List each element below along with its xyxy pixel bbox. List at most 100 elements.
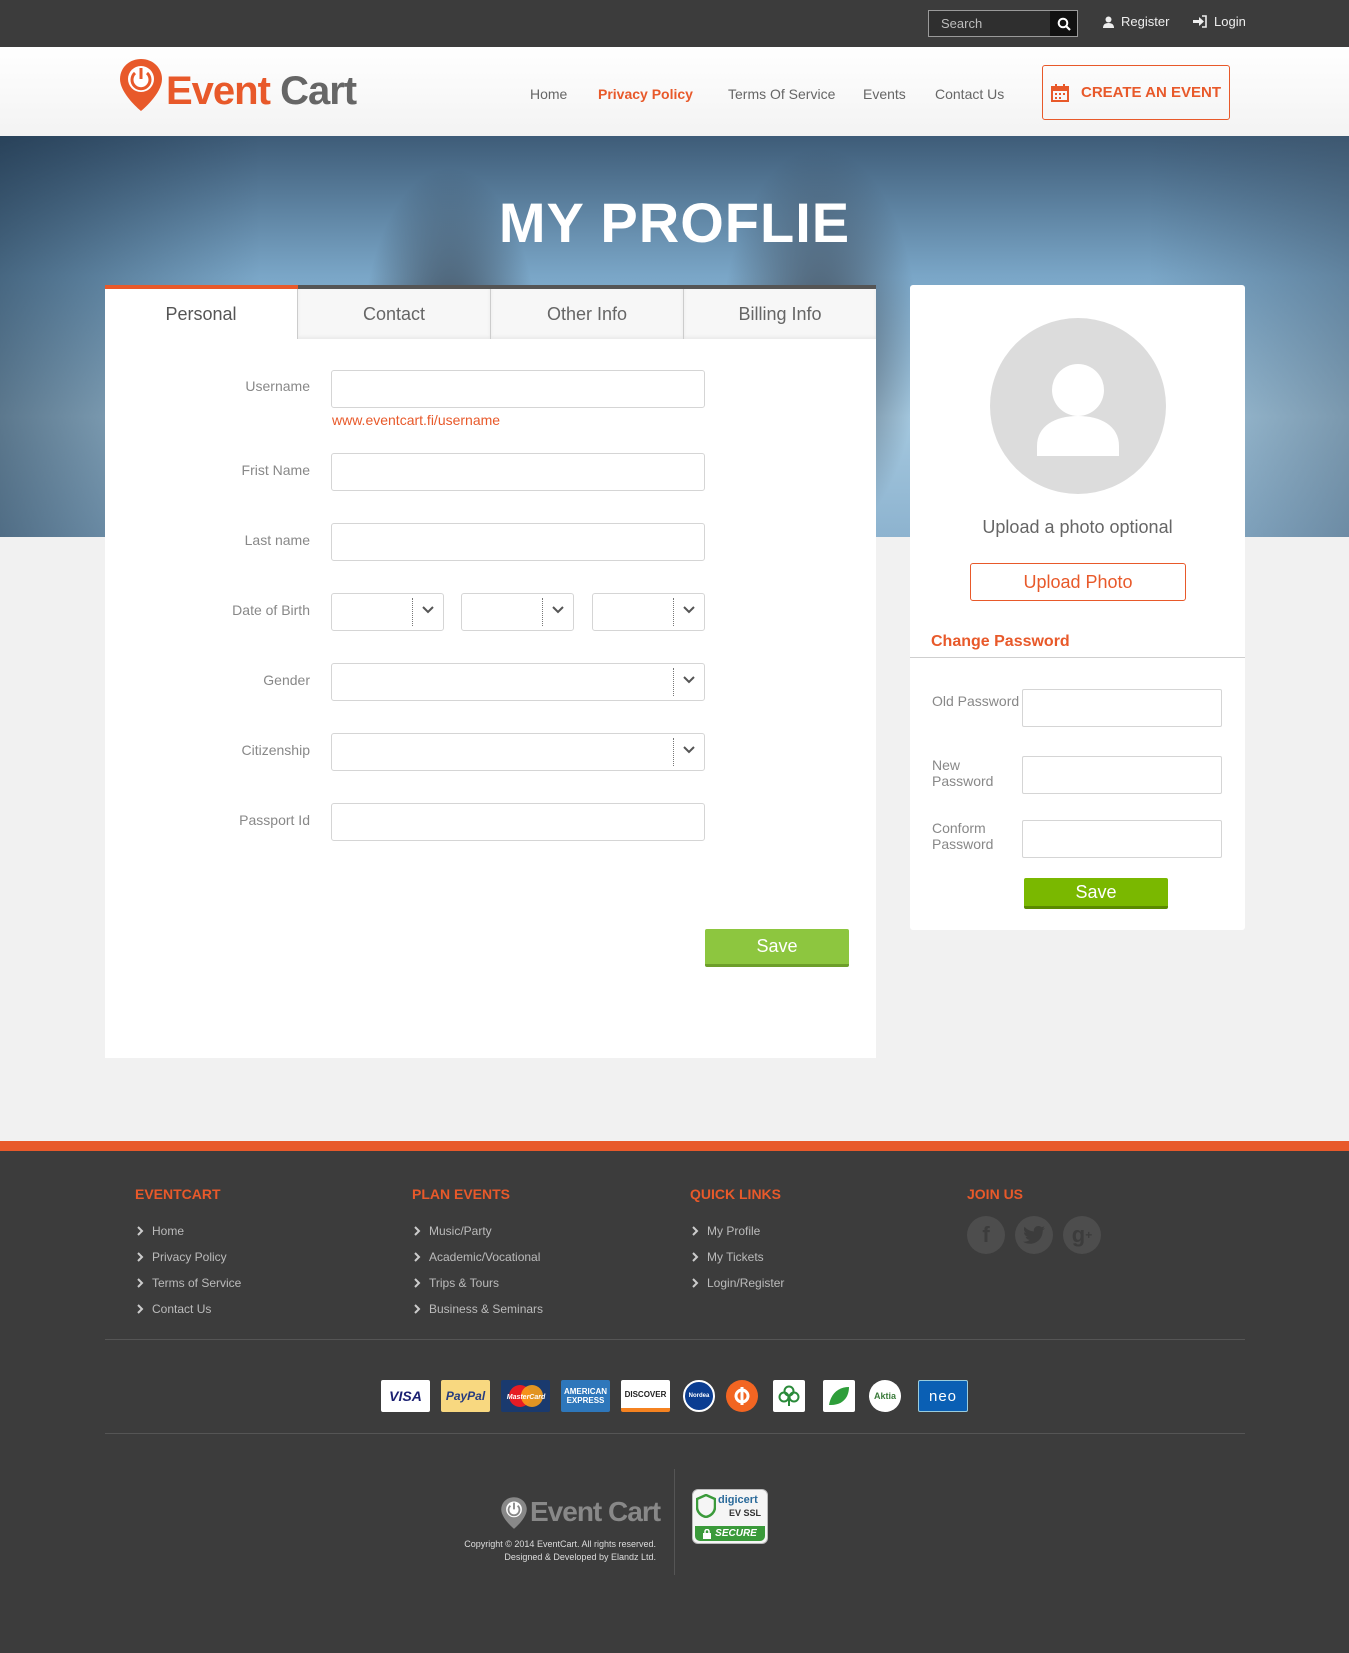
citizenship-label: Citizenship [241, 742, 310, 758]
search-button[interactable] [1050, 11, 1077, 36]
footer-vertical-divider [674, 1469, 675, 1575]
last-name-label: Last name [244, 532, 310, 548]
footer-quick-links-title: QUICK LINKS [690, 1186, 781, 1202]
chevron-right-icon [414, 1252, 421, 1262]
savings-bank-logo [773, 1380, 805, 1412]
mastercard-logo: MasterCard [501, 1380, 550, 1412]
clover-icon [778, 1385, 800, 1406]
twitter-icon[interactable] [1015, 1216, 1053, 1254]
username-hint: www.eventcart.fi/username [332, 412, 501, 428]
footer-link[interactable]: My Tickets [692, 1244, 784, 1270]
footer-link-label: Business & Seminars [429, 1302, 544, 1316]
chevron-right-icon [137, 1278, 144, 1288]
chevron-down-icon [422, 606, 434, 614]
search-input[interactable] [929, 11, 1050, 36]
passport-input[interactable] [331, 803, 705, 841]
login-link[interactable]: Login [1193, 14, 1246, 29]
footer-link[interactable]: My Profile [692, 1218, 784, 1244]
new-password-label: New Password [932, 757, 994, 789]
logo-event: Event [166, 69, 271, 113]
login-label: Login [1214, 14, 1246, 29]
dob-year-select[interactable] [592, 593, 705, 631]
footer-divider [105, 1339, 1245, 1340]
chevron-down-icon [683, 606, 695, 614]
footer: EVENTCART Home Privacy Policy Terms of S… [0, 1141, 1349, 1653]
chevron-right-icon [414, 1304, 421, 1314]
change-password-save-button[interactable]: Save [1024, 878, 1168, 909]
gender-select[interactable] [331, 663, 705, 701]
designed-by-text: Designed & Developed by Elandz Ltd. [504, 1552, 656, 1562]
footer-divider [105, 1433, 1245, 1434]
old-password-input[interactable] [1022, 689, 1222, 727]
tab-contact[interactable]: Contact [298, 289, 491, 339]
lock-icon [703, 1528, 712, 1539]
user-icon [1103, 16, 1114, 28]
page-title: MY PROFLIE [498, 191, 851, 254]
footer-link[interactable]: Music/Party [414, 1218, 543, 1244]
search-box [928, 10, 1078, 37]
footer-link-label: Contact Us [152, 1302, 212, 1316]
digicert-ssl-badge[interactable]: digicert EV SSL SECURE [692, 1489, 768, 1544]
ssl-type: EV SSL [729, 1508, 762, 1518]
chevron-right-icon [692, 1252, 699, 1262]
search-icon [1057, 17, 1071, 31]
confirm-password-label: Conform Password [932, 820, 994, 852]
footer-link-label: Login/Register [707, 1276, 785, 1290]
digicert-shield-icon [696, 1494, 716, 1518]
footer-plan-events-title: PLAN EVENTS [412, 1186, 511, 1202]
footer-link[interactable]: Business & Seminars [414, 1296, 543, 1322]
chevron-right-icon [692, 1278, 699, 1288]
confirm-password-input[interactable] [1022, 820, 1222, 858]
username-input[interactable] [331, 370, 705, 408]
top-bar: Register Login [0, 0, 1349, 47]
nav-contact-us[interactable]: Contact Us [935, 86, 1004, 102]
create-event-button[interactable]: CREATE AN EVENT [1042, 65, 1230, 120]
footer-link[interactable]: Privacy Policy [137, 1244, 241, 1270]
copyright: Copyright © 2014 EventCart. All rights r… [420, 1538, 656, 1564]
tab-billing-info[interactable]: Billing Info [684, 289, 876, 339]
nav-privacy-policy[interactable]: Privacy Policy [598, 86, 693, 102]
upload-photo-button[interactable]: Upload Photo [970, 563, 1186, 601]
ssl-secure-label: SECURE [715, 1528, 757, 1539]
footer-link[interactable]: Home [137, 1218, 241, 1244]
dob-month-select[interactable] [461, 593, 574, 631]
footer-link[interactable]: Trips & Tours [414, 1270, 543, 1296]
footer-link-label: Music/Party [429, 1224, 492, 1238]
dob-day-select[interactable] [331, 593, 444, 631]
nav-home[interactable]: Home [530, 86, 567, 102]
facebook-icon[interactable]: f [967, 1216, 1005, 1254]
profile-tabs: Personal Contact Other Info Billing Info [105, 285, 876, 339]
chevron-right-icon [137, 1252, 144, 1262]
footer-link[interactable]: Login/Register [692, 1270, 784, 1296]
citizenship-select[interactable] [331, 733, 705, 771]
old-password-label: Old Password [932, 693, 1020, 709]
footer-logo: Event Cart [500, 1496, 661, 1530]
location-pin-icon [120, 59, 162, 111]
nav-events[interactable]: Events [863, 86, 906, 102]
footer-logo-text: Event Cart [530, 1496, 661, 1527]
chevron-down-icon [683, 746, 695, 754]
divider [910, 657, 1245, 658]
footer-link[interactable]: Terms of Service [137, 1270, 241, 1296]
first-name-input[interactable] [331, 453, 705, 491]
avatar [990, 318, 1166, 494]
tab-other-info[interactable]: Other Info [491, 289, 684, 339]
footer-link-label: My Tickets [707, 1250, 764, 1264]
footer-eventcart-title: EVENTCART [135, 1186, 221, 1202]
logo[interactable]: Event Cart [118, 57, 357, 113]
google-plus-icon[interactable]: g + [1063, 1216, 1101, 1254]
footer-link[interactable]: Academic/Vocational [414, 1244, 543, 1270]
footer-plan-events-links: Music/Party Academic/Vocational Trips & … [414, 1218, 543, 1322]
register-label: Register [1121, 14, 1170, 29]
active-tab-indicator [105, 285, 298, 289]
last-name-input[interactable] [331, 523, 705, 561]
register-link[interactable]: Register [1103, 14, 1169, 29]
save-button[interactable]: Save [705, 929, 849, 967]
footer-link-label: Trips & Tours [429, 1276, 500, 1290]
neo-logo: neo [918, 1380, 968, 1412]
paypal-logo: PayPal [441, 1380, 490, 1412]
nav-terms-of-service[interactable]: Terms Of Service [728, 86, 835, 102]
tab-personal[interactable]: Personal [105, 289, 298, 339]
new-password-input[interactable] [1022, 756, 1222, 794]
footer-link[interactable]: Contact Us [137, 1296, 241, 1322]
